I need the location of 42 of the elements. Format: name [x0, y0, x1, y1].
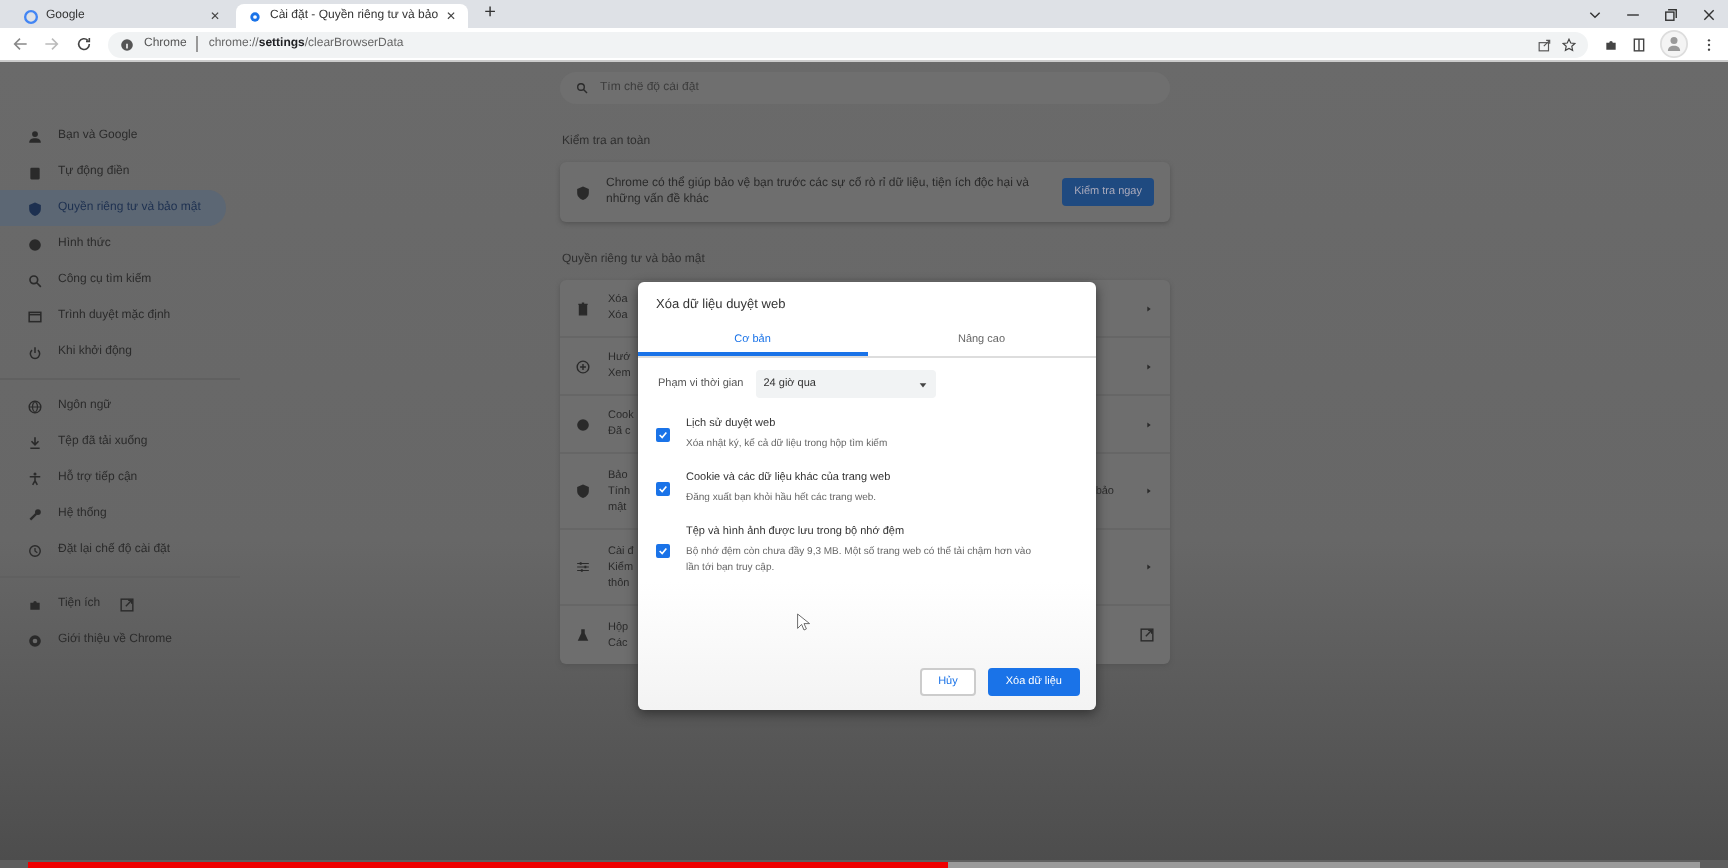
- chevron-right-icon[interactable]: [1144, 562, 1154, 572]
- chevron-right-icon[interactable]: [1144, 419, 1154, 429]
- chevron-right-icon[interactable]: [1144, 486, 1154, 496]
- accessibility-icon: [28, 471, 42, 485]
- download-icon: [28, 435, 42, 449]
- trash-icon: [576, 301, 590, 315]
- window-icon: [28, 309, 42, 323]
- chevron-right-icon[interactable]: [1144, 303, 1154, 313]
- wrench-icon: [28, 507, 42, 521]
- side-panel-icon[interactable]: [1632, 37, 1646, 51]
- shield-icon: [576, 484, 590, 498]
- dropdown-arrow-icon: [917, 379, 928, 389]
- profile-icon[interactable]: [1660, 30, 1688, 58]
- shield-icon: [28, 201, 42, 215]
- cursor-icon: [796, 612, 812, 632]
- person-icon: [28, 129, 42, 143]
- new-tab-button[interactable]: +: [480, 4, 500, 24]
- share-icon[interactable]: [1538, 37, 1552, 51]
- search-icon: [576, 82, 588, 94]
- search-icon: [28, 273, 42, 287]
- back-icon[interactable]: [12, 36, 28, 52]
- menu-icon[interactable]: [1702, 37, 1716, 51]
- star-icon[interactable]: [1562, 37, 1576, 51]
- external-link-icon: [120, 597, 135, 611]
- checkbox[interactable]: [656, 482, 670, 496]
- chevron-right-icon[interactable]: [1144, 361, 1154, 371]
- checkbox[interactable]: [656, 544, 670, 558]
- globe-icon: [28, 399, 42, 413]
- logo-icon: [28, 633, 42, 647]
- close-icon[interactable]: [1702, 7, 1716, 21]
- history-icon: [28, 543, 42, 557]
- sliders-icon: [576, 560, 590, 574]
- reload-icon[interactable]: [76, 36, 92, 52]
- power-icon: [28, 345, 42, 359]
- restore-icon[interactable]: [1664, 7, 1678, 21]
- chevron-down-icon[interactable]: [1588, 7, 1602, 21]
- shield-icon: [576, 185, 590, 199]
- checkbox[interactable]: [656, 428, 670, 442]
- plus-circle-icon: [576, 359, 590, 373]
- info-icon[interactable]: [120, 37, 134, 51]
- external-link-icon[interactable]: [1140, 628, 1154, 642]
- flask-icon: [576, 628, 590, 642]
